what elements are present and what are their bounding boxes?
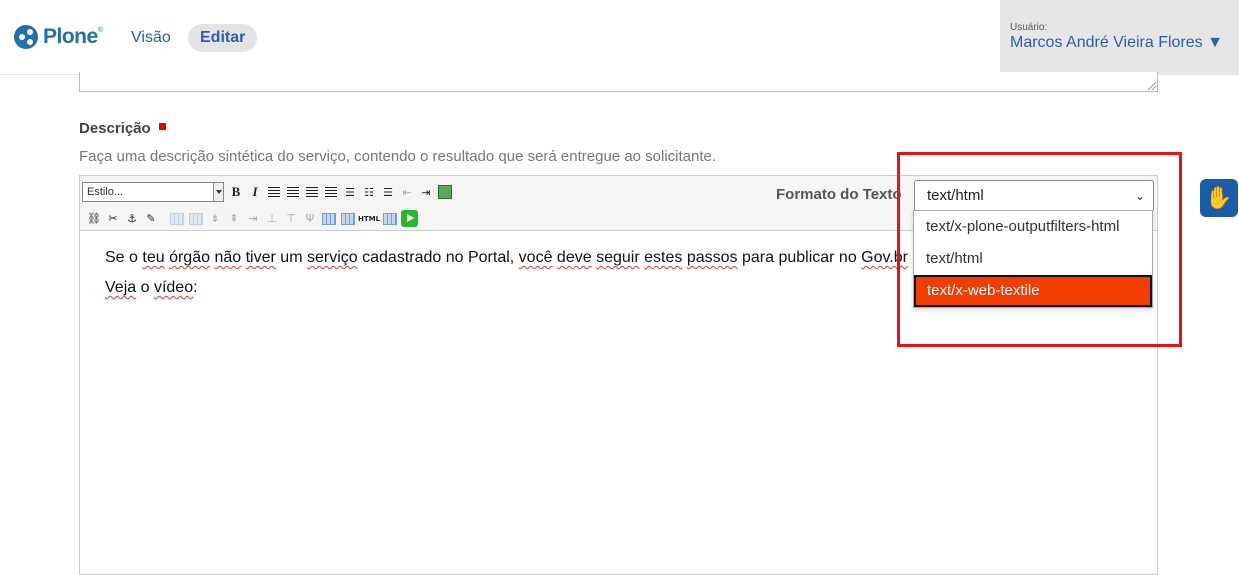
outdent-icon: ⇤ [402,185,412,199]
annotation-highlight-box [897,152,1182,347]
row-after-icon: ⇞ [229,212,239,225]
user-name[interactable]: Marcos André Vieira Flores ▼ [1010,34,1223,52]
delete-row-icon: ⇥ [248,212,258,225]
fullscreen-button[interactable] [382,211,398,227]
plone-logo-icon [14,25,38,49]
indent-icon: ⇥ [421,185,431,199]
anchor-button[interactable]: ⚓ [124,211,140,227]
unlink-icon: ✂ [108,212,118,225]
description-label: Descrição [79,120,166,137]
align-left-icon [268,187,280,197]
unlink-button[interactable]: ✂ [105,211,121,227]
format-label: Formato do Texto [776,186,902,203]
justify-button[interactable] [323,184,339,200]
logo-text: Plone® [43,25,103,48]
col-before-button[interactable]: ⊥ [264,211,280,227]
row-before-icon: ⇟ [210,212,220,225]
align-center-icon [287,187,299,197]
bullet-list-icon: ☰ [345,185,355,199]
nav-editar[interactable]: Editar [188,24,258,52]
link-icon: ⛓ [87,212,101,225]
table-props-button[interactable] [169,211,185,227]
col-after-icon: ⊤ [286,212,296,225]
cell-props-button[interactable] [188,211,204,227]
table-icon [170,212,184,225]
chevron-down-icon [213,183,223,201]
image-icon [438,185,452,199]
bold-button[interactable]: B [228,184,244,200]
play-icon[interactable] [401,210,418,227]
user-label: Usuário: [1010,22,1048,33]
edit-button[interactable]: ✎ [143,211,159,227]
grid-icon [341,212,355,225]
numbered-list-icon: ☷ [364,185,374,199]
col-before-icon: ⊥ [267,212,277,225]
toolbar-row-2: ⛓ ✂ ⚓ ✎ ⇟ ⇞ ⇥ ⊥ ⊤ Ψ HTML [86,210,418,227]
numbered-list-button[interactable]: ☷ [361,184,377,200]
row-after-button[interactable]: ⇞ [226,211,242,227]
outdent-button[interactable]: ⇤ [399,184,415,200]
required-marker [158,123,166,130]
table-cells-button[interactable] [340,211,356,227]
delete-row-button[interactable]: ⇥ [245,211,261,227]
plone-logo[interactable]: Plone® [14,25,103,49]
sign-language-icon[interactable]: ✋ [1200,179,1238,217]
resize-grip-icon[interactable] [1148,82,1156,90]
insert-table-button[interactable] [321,211,337,227]
toolbar-row-1: B I ☰ ☷ ☰ ⇤ ⇥ [228,184,453,200]
insert-table-icon [322,212,336,225]
definition-list-button[interactable]: ☰ [380,184,396,200]
nav-visao[interactable]: Visão [131,24,171,52]
top-bar: Plone® Visão Editar Usuário: Marcos Andr… [0,0,1239,75]
insert-image-button[interactable] [437,184,453,200]
html-source-button[interactable]: HTML [358,211,380,227]
italic-button[interactable]: I [247,184,263,200]
content-paragraph-1: Se o teu órgão não tiver um serviço cada… [105,249,908,266]
style-select[interactable]: Estilo... [82,182,224,202]
user-menu[interactable]: Usuário: Marcos André Vieira Flores ▼ [1000,0,1239,75]
previous-textarea[interactable] [79,72,1158,92]
description-help: Faça uma descrição sintética do serviço,… [79,148,717,165]
justify-icon [325,187,337,197]
insert-link-button[interactable]: ⛓ [86,211,102,227]
col-after-button[interactable]: ⊤ [283,211,299,227]
row-before-button[interactable]: ⇟ [207,211,223,227]
delete-col-button[interactable]: Ψ [302,211,318,227]
fullscreen-icon [383,212,397,225]
anchor-icon: ⚓ [127,212,137,225]
delete-col-icon: Ψ [305,212,315,225]
align-right-icon [306,187,318,197]
align-left-button[interactable] [266,184,282,200]
edit-icon: ✎ [146,212,156,225]
editor-content[interactable]: Se o teu órgão não tiver um serviço cada… [105,249,908,309]
align-right-button[interactable] [304,184,320,200]
toolbar-separator [162,211,166,227]
content-paragraph-2: Veja o vídeo: [105,279,198,296]
indent-button[interactable]: ⇥ [418,184,434,200]
definition-list-icon: ☰ [383,185,393,199]
align-center-button[interactable] [285,184,301,200]
cell-icon [189,212,203,225]
bullet-list-button[interactable]: ☰ [342,184,358,200]
